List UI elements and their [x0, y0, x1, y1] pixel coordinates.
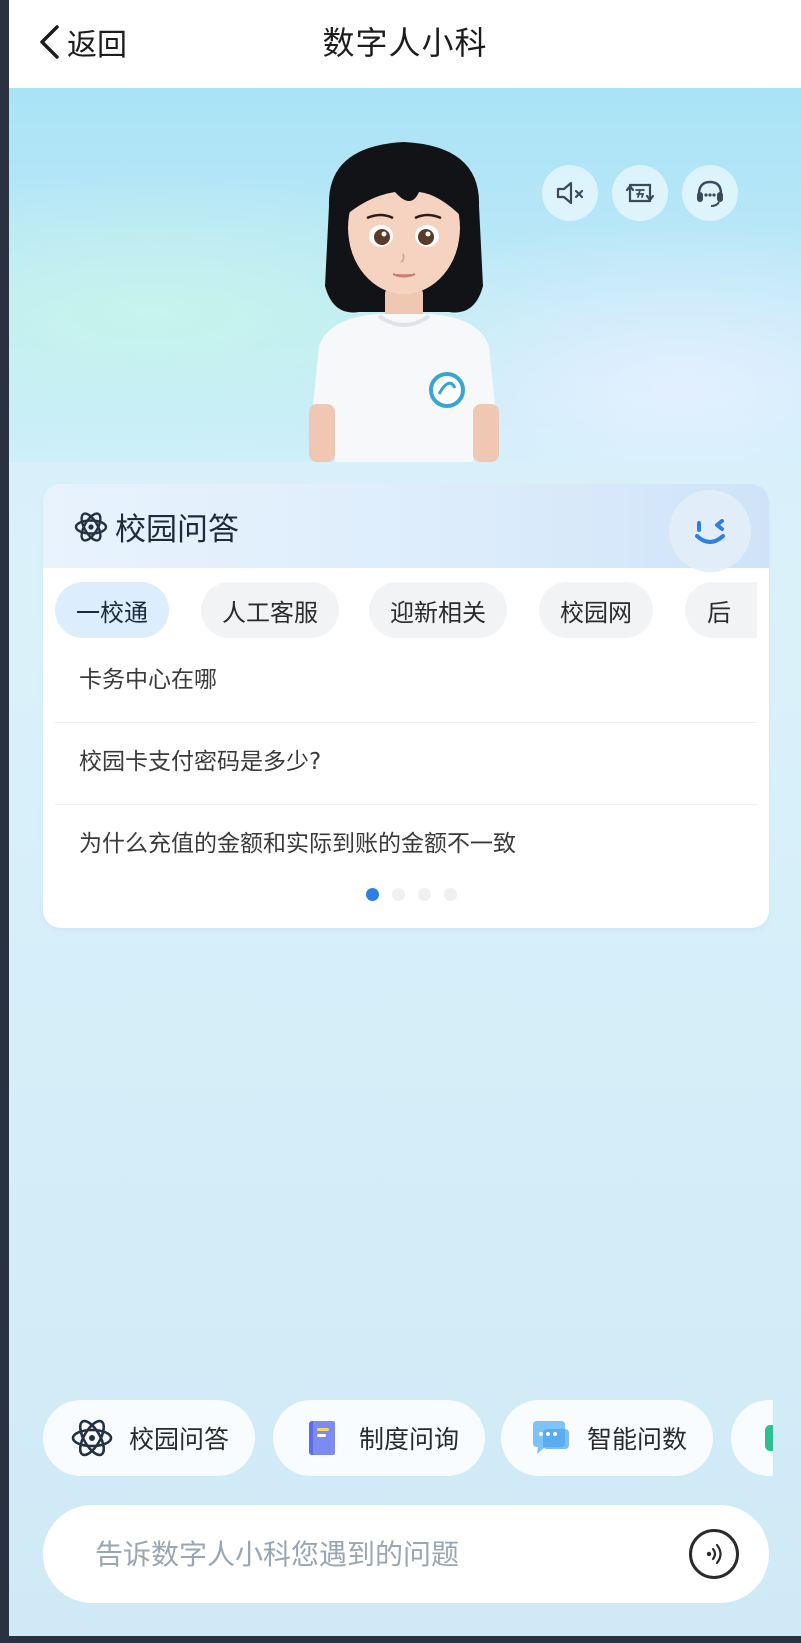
tab-label: 一校通	[76, 598, 148, 627]
atom-icon	[74, 512, 108, 542]
tab-label: 迎新相关	[390, 598, 486, 627]
question-input[interactable]	[95, 1529, 655, 1579]
card-header: 校园问答	[43, 484, 769, 572]
avatar-stage	[9, 88, 801, 462]
atom-icon	[71, 1419, 113, 1457]
page-title: 数字人小科	[322, 24, 488, 62]
tab-label: 后	[707, 598, 731, 627]
app-screen: 返回 数字人小科 校园问答 一校通 人工客服 迎新相关 校园网 后 卡务中心在哪…	[9, 0, 801, 1636]
voice-wave-icon	[706, 1543, 722, 1565]
quick-smart-data-button[interactable]: 智能问数	[501, 1400, 713, 1476]
book-icon	[309, 1421, 335, 1455]
switch-icon	[625, 183, 655, 203]
card-title: 校园问答	[115, 512, 239, 548]
quick-label: 校园问答	[129, 1425, 230, 1454]
voice-input-button[interactable]	[689, 1529, 739, 1579]
quick-label: 智能问数	[587, 1425, 688, 1454]
tab-campus-network[interactable]: 校园网	[539, 582, 653, 638]
page-dot[interactable]	[418, 888, 431, 901]
page-indicator	[43, 888, 769, 902]
divider	[55, 804, 757, 805]
question-item[interactable]: 校园卡支付密码是多少?	[79, 742, 321, 776]
tab-more[interactable]: 后	[685, 582, 757, 638]
window-frame-left	[0, 0, 9, 1643]
quick-label: 制度问询	[359, 1425, 460, 1454]
wink-face-icon	[695, 519, 725, 544]
tab-orientation[interactable]: 迎新相关	[369, 582, 507, 638]
page-dot[interactable]	[444, 888, 457, 901]
tab-human-service[interactable]: 人工客服	[201, 582, 339, 638]
page-dot[interactable]	[392, 888, 405, 901]
page-dot-active[interactable]	[366, 888, 379, 901]
quick-actions-bar: 校园问答 制度问询 智能问数	[43, 1400, 773, 1476]
switch-avatar-button[interactable]	[612, 165, 668, 221]
tab-label: 校园网	[560, 598, 632, 627]
quick-more-button[interactable]	[731, 1400, 773, 1476]
assistant-face-button[interactable]	[669, 490, 751, 572]
quick-campus-qa-button[interactable]: 校园问答	[43, 1400, 255, 1476]
campus-qa-card: 校园问答 一校通 人工客服 迎新相关 校园网 后 卡务中心在哪 校园卡支付密码是…	[43, 484, 769, 928]
green-icon	[765, 1425, 773, 1451]
tab-yixiaotong[interactable]: 一校通	[55, 582, 169, 638]
question-item[interactable]: 为什么充值的金额和实际到账的金额不一致	[79, 824, 516, 858]
digital-human-avatar	[309, 142, 499, 462]
category-tabs: 一校通 人工客服 迎新相关 校园网 后	[55, 582, 757, 638]
chat-input-bar	[43, 1505, 769, 1603]
chat-bubble-icon	[533, 1421, 569, 1454]
speaker-mute-icon	[556, 181, 584, 205]
quick-policy-query-button[interactable]: 制度问询	[273, 1400, 485, 1476]
mute-button[interactable]	[542, 165, 598, 221]
divider	[55, 722, 757, 723]
top-bar: 返回 数字人小科	[9, 0, 801, 88]
window-frame-bottom	[0, 1636, 801, 1643]
question-item[interactable]: 卡务中心在哪	[79, 660, 217, 694]
customer-service-icon	[697, 180, 723, 207]
customer-service-button[interactable]	[682, 165, 738, 221]
tab-label: 人工客服	[222, 598, 318, 627]
